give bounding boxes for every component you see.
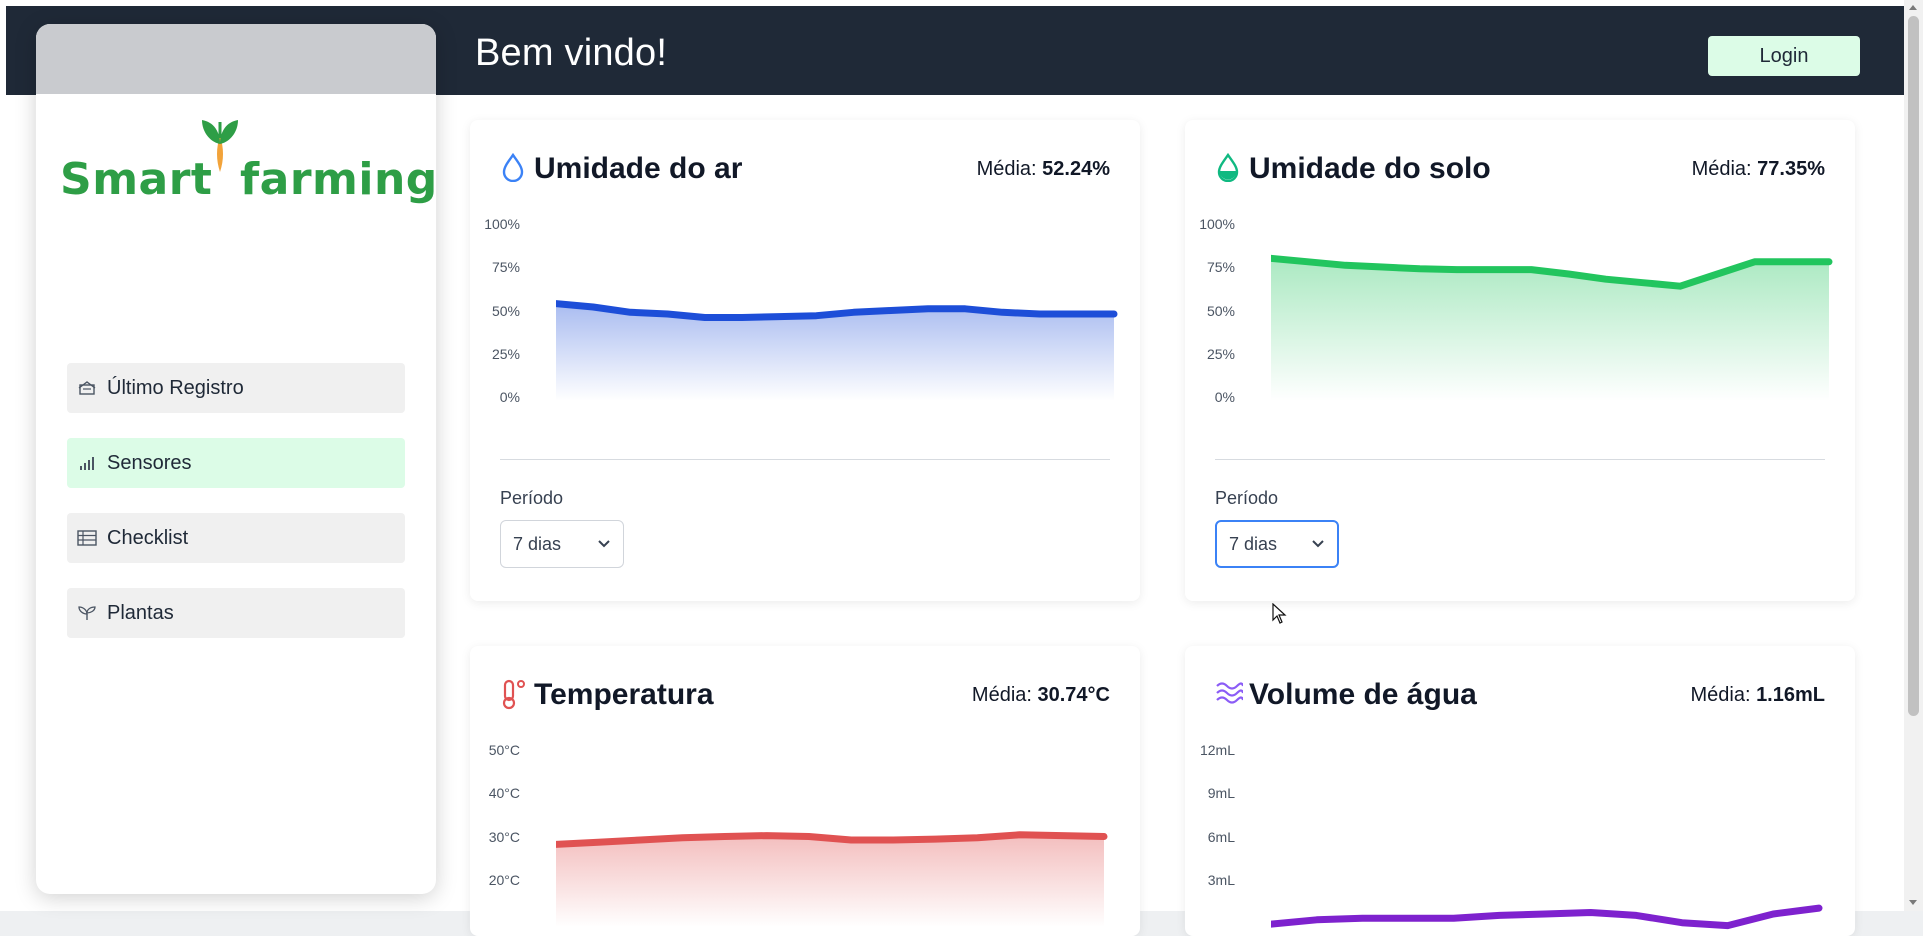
series-line bbox=[556, 304, 1114, 318]
average-label: Média: bbox=[977, 158, 1037, 180]
series-area bbox=[556, 835, 1104, 927]
signal-bars-icon bbox=[77, 453, 97, 473]
sprout-logo-icon bbox=[196, 114, 244, 174]
average-display: Média: 30.74°C bbox=[972, 684, 1110, 707]
y-tick-label: 12mL bbox=[1185, 742, 1235, 758]
card-title: Volume de água bbox=[1249, 678, 1477, 712]
scroll-down-arrow-icon[interactable] bbox=[1909, 900, 1917, 905]
period-select[interactable]: 7 dias bbox=[1215, 520, 1339, 568]
average-display: Média: 77.35% bbox=[1692, 158, 1825, 181]
divider bbox=[500, 459, 1110, 460]
y-tick-label: 25% bbox=[1185, 346, 1235, 362]
card-title: Umidade do ar bbox=[534, 152, 742, 186]
air-humidity-card: Umidade do ar Média: 52.24% 100% 75% 50%… bbox=[470, 120, 1140, 601]
average-display: Média: 1.16mL bbox=[1690, 684, 1825, 707]
sidebar-header bbox=[36, 24, 436, 94]
y-tick-label: 25% bbox=[470, 346, 520, 362]
y-tick-label: 75% bbox=[470, 259, 520, 275]
y-tick-label: 100% bbox=[470, 216, 520, 232]
waves-icon bbox=[1215, 678, 1241, 708]
sidebar-item-sensores[interactable]: Sensores bbox=[67, 438, 405, 488]
scroll-up-arrow-icon[interactable] bbox=[1909, 5, 1917, 10]
y-tick-label: 30°C bbox=[470, 829, 520, 845]
average-display: Média: 52.24% bbox=[977, 158, 1110, 181]
scroll-thumb[interactable] bbox=[1908, 16, 1919, 716]
y-tick-label: 6mL bbox=[1185, 829, 1235, 845]
thermometer-icon bbox=[500, 678, 526, 708]
period-select[interactable]: 7 dias bbox=[500, 520, 624, 568]
brand-logo: Smart farming bbox=[60, 114, 416, 204]
table-icon bbox=[77, 528, 97, 548]
mouse-cursor-icon bbox=[1272, 603, 1288, 625]
water-volume-chart bbox=[1271, 746, 1835, 936]
average-label: Média: bbox=[1692, 158, 1752, 180]
y-tick-label: 100% bbox=[1185, 216, 1235, 232]
page-scrollbar[interactable] bbox=[1904, 0, 1923, 911]
sidebar-item-checklist[interactable]: Checklist bbox=[67, 513, 405, 563]
average-value: 77.35% bbox=[1757, 158, 1825, 180]
card-title: Umidade do solo bbox=[1249, 152, 1491, 186]
brand-name-part1: Smart bbox=[60, 154, 212, 205]
cabinet-icon bbox=[77, 378, 97, 398]
y-tick-label: 0% bbox=[1185, 389, 1235, 405]
period-label: Período bbox=[500, 488, 563, 509]
login-button[interactable]: Login bbox=[1708, 36, 1860, 76]
y-tick-label: 50% bbox=[470, 303, 520, 319]
water-volume-card: Volume de água Média: 1.16mL 12mL 9mL 6m… bbox=[1185, 646, 1855, 936]
average-value: 1.16mL bbox=[1756, 684, 1825, 706]
average-label: Média: bbox=[1690, 684, 1750, 706]
y-tick-label: 9mL bbox=[1185, 785, 1235, 801]
sprout-icon bbox=[77, 603, 97, 623]
average-value: 30.74°C bbox=[1038, 684, 1111, 706]
droplet-outline-icon bbox=[500, 152, 526, 182]
air-humidity-chart bbox=[556, 220, 1120, 410]
sidebar: Smart farming Último Registro Sensores bbox=[36, 24, 436, 894]
period-select-value: 7 dias bbox=[1229, 534, 1277, 555]
sidebar-item-label: Plantas bbox=[107, 602, 174, 625]
chevron-down-icon bbox=[597, 539, 611, 549]
page-title: Bem vindo! bbox=[475, 32, 667, 75]
sidebar-item-ultimo-registro[interactable]: Último Registro bbox=[67, 363, 405, 413]
app-frame: Bem vindo! Login Smart farming Último Re… bbox=[0, 0, 1923, 911]
temperature-chart bbox=[556, 746, 1120, 936]
sidebar-item-label: Checklist bbox=[107, 527, 188, 550]
period-label: Período bbox=[1215, 488, 1278, 509]
sidebar-item-label: Sensores bbox=[107, 452, 192, 475]
y-tick-label: 40°C bbox=[470, 785, 520, 801]
sidebar-item-plantas[interactable]: Plantas bbox=[67, 588, 405, 638]
y-tick-label: 50% bbox=[1185, 303, 1235, 319]
average-value: 52.24% bbox=[1042, 158, 1110, 180]
brand-name-part2: farming bbox=[240, 154, 436, 205]
series-area bbox=[1271, 258, 1829, 401]
soil-humidity-card: Umidade do solo Média: 77.35% 100% 75% 5… bbox=[1185, 120, 1855, 601]
chevron-down-icon bbox=[1311, 539, 1325, 549]
period-select-value: 7 dias bbox=[513, 534, 561, 555]
y-tick-label: 75% bbox=[1185, 259, 1235, 275]
y-tick-label: 50°C bbox=[470, 742, 520, 758]
y-tick-label: 20°C bbox=[470, 872, 520, 888]
y-tick-label: 0% bbox=[470, 389, 520, 405]
sidebar-item-label: Último Registro bbox=[107, 377, 244, 400]
average-label: Média: bbox=[972, 684, 1032, 706]
soil-humidity-chart bbox=[1271, 220, 1835, 410]
y-tick-label: 3mL bbox=[1185, 872, 1235, 888]
card-title: Temperatura bbox=[534, 678, 714, 712]
divider bbox=[1215, 459, 1825, 460]
temperature-card: Temperatura Média: 30.74°C 50°C 40°C 30°… bbox=[470, 646, 1140, 936]
series-area bbox=[556, 304, 1114, 401]
droplet-half-icon bbox=[1215, 152, 1241, 182]
